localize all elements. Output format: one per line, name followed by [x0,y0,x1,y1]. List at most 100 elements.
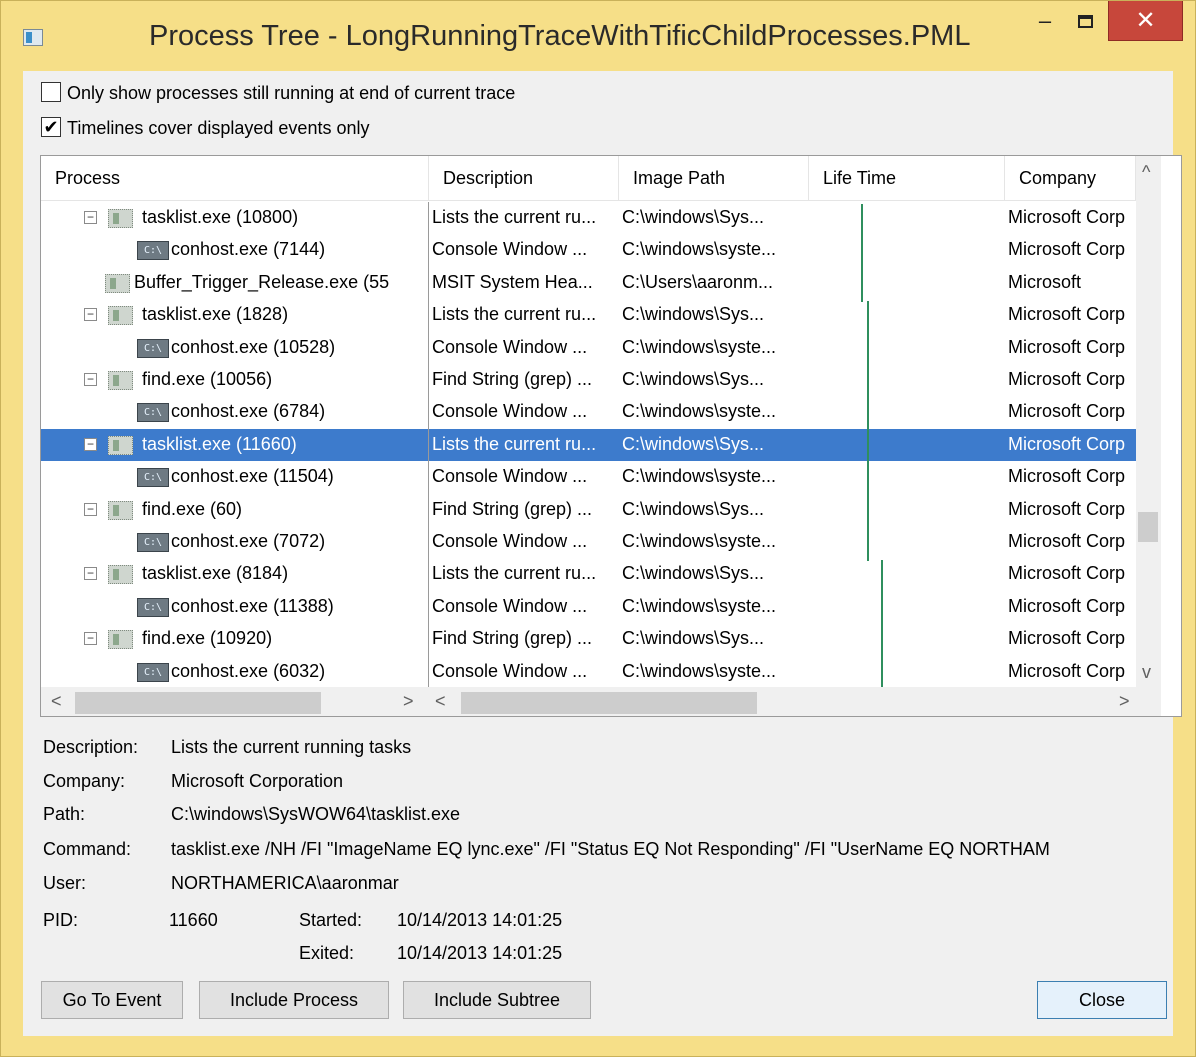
table-row[interactable]: C:\ conhost.exe (11388) Console Window ...… [41,591,1137,623]
description-cell: MSIT System Hea... [432,271,593,292]
table-row[interactable]: − find.exe (10920) Find String (grep) ... C… [41,623,1137,655]
path-label: Path: [43,804,86,824]
pane-divider[interactable] [428,202,429,687]
column-header-image-path[interactable]: Image Path [619,156,809,201]
company-label: Company: [43,771,126,791]
include-subtree-button[interactable]: Include Subtree [403,981,591,1019]
console-icon: C:\ [137,662,169,682]
company-cell: Microsoft Corp [1008,401,1126,422]
table-row[interactable]: C:\ conhost.exe (7144) Console Window ... C… [41,234,1137,266]
only-running-checkbox[interactable] [41,82,61,103]
company-cell: Microsoft Corp [1008,207,1126,227]
collapse-icon[interactable]: − [84,632,97,646]
process-name: tasklist.exe (8184) [142,563,289,584]
table-row[interactable]: C:\ conhost.exe (7072) Console Window ... C… [41,526,1137,558]
title-bar[interactable]: Process Tree - LongRunningTraceWithTific… [1,1,1195,71]
window-title: Process Tree - LongRunningTraceWithTific… [149,20,971,52]
include-process-button[interactable]: Include Process [199,981,389,1019]
table-row[interactable]: − tasklist.exe (11660) Lists the current r… [41,428,1137,462]
scroll-right-icon-2[interactable]: > [1119,691,1130,712]
collapse-icon[interactable]: − [84,502,97,516]
table-row[interactable]: Buffer_Trigger_Release.exe (55 MSIT Syste… [41,267,1137,299]
pid-value: 11660 [169,910,218,930]
exited-label: Exited: [299,943,355,963]
image-path-cell: C:\windows\syste... [622,239,777,260]
maximize-icon [1077,15,1093,28]
collapse-icon[interactable]: − [84,437,97,451]
image-path-cell: C:\windows\Sys... [622,304,765,325]
table-row[interactable]: C:\ conhost.exe (11504) Console Window ...… [41,461,1137,493]
table-row[interactable]: − tasklist.exe (8184) Lists the current ru… [41,558,1137,590]
process-name: find.exe (10920) [142,628,273,649]
table-row[interactable]: − find.exe (60) Find String (grep) ... C:\w… [41,494,1137,526]
process-name: find.exe (60) [142,498,243,519]
only-running-label: Only show processes still running at end… [67,83,516,103]
collapse-icon[interactable]: − [84,211,97,224]
company-cell: Microsoft Corp [1008,498,1126,519]
table-row[interactable]: − tasklist.exe (1828) Lists the current ru… [41,299,1137,331]
lifetime-bar [861,236,863,270]
company-cell: Microsoft Corp [1008,304,1126,325]
process-icon [108,371,133,390]
scroll-down-icon[interactable]: v [1142,662,1151,683]
image-path-cell: C:\windows\syste... [622,595,777,616]
table-row[interactable]: − find.exe (10056) Find String (grep) ... C… [41,364,1137,396]
company-cell: Microsoft Corp [1008,660,1126,681]
scroll-right-icon[interactable]: > [403,691,414,712]
column-header-process[interactable]: Process [41,156,429,201]
process-name: conhost.exe (7072) [171,531,326,551]
process-list[interactable]: Process Description Image Path Life Time… [40,155,1182,717]
column-header-company[interactable]: Company [1005,156,1136,201]
table-row[interactable]: C:\ conhost.exe (6784) Console Window ... C… [41,396,1137,428]
company-cell: Microsoft [1008,271,1082,292]
process-name: tasklist.exe (10800) [142,207,299,227]
process-name: tasklist.exe (1828) [142,304,289,325]
process-name: conhost.exe (6032) [171,660,326,681]
started-value: 10/14/2013 14:01:25 [397,910,563,930]
lifetime-bar [867,528,869,562]
company-cell: Microsoft Corp [1008,466,1126,487]
image-path-cell: C:\windows\syste... [622,531,777,551]
path-value: C:\windows\SysWOW64\tasklist.exe [171,804,461,824]
column-header-life-time[interactable]: Life Time [809,156,1005,201]
timelines-label: Timelines cover displayed events only [67,118,370,138]
image-path-cell: C:\windows\Sys... [622,563,765,584]
timelines-option[interactable]: ✔ Timelines cover displayed events only [41,117,370,144]
scroll-left-icon[interactable]: < [51,691,62,712]
left-pane-scroll-thumb[interactable] [75,692,321,714]
started-label: Started: [299,910,363,930]
table-row[interactable]: − tasklist.exe (10800) Lists the current r… [41,202,1137,234]
vertical-scroll-thumb[interactable] [1138,512,1158,542]
close-button[interactable]: Close [1037,981,1167,1019]
only-running-option[interactable]: Only show processes still running at end… [41,82,516,109]
go-to-event-button[interactable]: Go To Event [41,981,183,1019]
description-cell: Console Window ... [432,466,588,487]
collapse-icon[interactable]: − [84,567,97,581]
timelines-checkbox[interactable]: ✔ [41,117,61,138]
table-row[interactable]: C:\ conhost.exe (6032) Console Window ... C… [41,656,1137,687]
description-cell: Console Window ... [432,595,588,616]
column-header-description[interactable]: Description [429,156,619,201]
maximize-button[interactable] [1065,1,1105,41]
minimize-button[interactable]: – [1025,1,1065,41]
vertical-scrollbar[interactable] [1136,156,1161,687]
process-icon [108,630,133,650]
collapse-icon[interactable]: − [84,373,97,386]
console-icon: C:\ [137,468,169,488]
lifetime-bar [867,495,869,529]
lifetime-bar [881,560,883,594]
description-cell: Find String (grep) ... [432,369,593,389]
image-path-cell: C:\windows\Sys... [622,207,765,227]
right-pane-scroll-thumb[interactable] [461,692,757,714]
process-tree-window: Process Tree - LongRunningTraceWithTific… [0,0,1196,1057]
collapse-icon[interactable]: − [84,308,97,322]
description-cell: Lists the current ru... [432,207,597,227]
console-icon: C:\ [137,597,169,617]
company-cell: Microsoft Corp [1008,563,1126,584]
scroll-up-icon[interactable]: ^ [1142,162,1150,183]
description-cell: Console Window ... [432,401,588,422]
table-row[interactable]: C:\ conhost.exe (10528) Console Window ...… [41,332,1137,364]
close-window-button[interactable]: ✕ [1108,1,1183,41]
process-name: conhost.exe (10528) [171,336,336,357]
scroll-left-icon-2[interactable]: < [435,691,446,712]
